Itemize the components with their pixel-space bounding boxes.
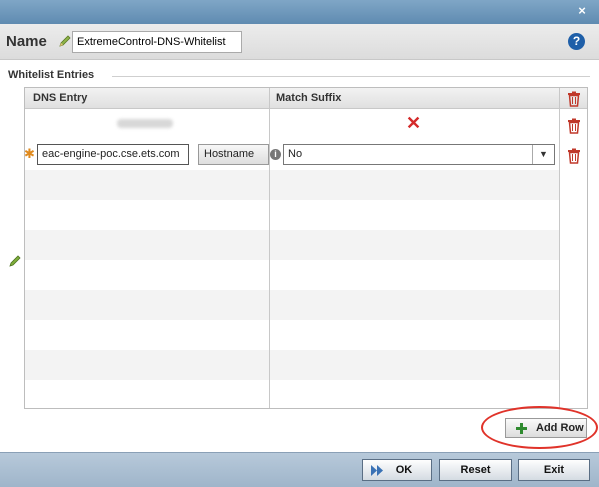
whitelist-table: DNS Entry Match Suffix ✕ eac-engine-poc.… xyxy=(24,87,588,409)
dns-entry-input[interactable]: eac-engine-poc.cse.ets.com xyxy=(37,144,189,165)
add-row-label: Add Row xyxy=(536,422,584,434)
table-row-editing[interactable]: eac-engine-poc.cse.ets.com Hostname i No… xyxy=(25,140,559,170)
info-icon[interactable]: i xyxy=(270,149,281,160)
column-header-match-suffix[interactable]: Match Suffix xyxy=(276,92,341,104)
name-input[interactable] xyxy=(72,31,242,53)
trash-icon[interactable] xyxy=(567,148,581,164)
redacted-dns-entry xyxy=(117,119,173,128)
name-row: Name ? xyxy=(0,24,599,60)
column-divider xyxy=(559,88,560,408)
name-label: Name xyxy=(6,33,47,50)
required-star-icon: ✱ xyxy=(24,146,35,161)
chevron-down-icon[interactable]: ▼ xyxy=(532,145,554,164)
red-x-icon: ✕ xyxy=(406,113,422,133)
plus-icon xyxy=(516,423,527,434)
ok-label: OK xyxy=(395,464,413,476)
divider xyxy=(112,76,590,77)
column-divider xyxy=(269,88,270,408)
edit-row-icon[interactable] xyxy=(8,254,22,268)
empty-row xyxy=(25,290,559,320)
match-suffix-select[interactable]: No ▼ xyxy=(283,144,555,165)
trash-header-icon[interactable] xyxy=(567,91,581,107)
title-bar: × xyxy=(0,0,599,24)
exit-button[interactable]: Exit xyxy=(518,459,590,481)
empty-row xyxy=(25,170,559,200)
table-row[interactable]: ✕ xyxy=(25,110,559,140)
close-icon[interactable]: × xyxy=(575,4,589,18)
empty-row xyxy=(25,320,559,350)
edit-pencil-icon xyxy=(59,35,71,47)
empty-row xyxy=(25,260,559,290)
section-title: Whitelist Entries xyxy=(8,69,95,81)
add-row-button[interactable]: Add Row xyxy=(505,418,587,438)
column-header-dns-entry[interactable]: DNS Entry xyxy=(33,92,87,104)
trash-icon[interactable] xyxy=(567,118,581,134)
match-suffix-value: No xyxy=(288,148,303,160)
table-header: DNS Entry Match Suffix xyxy=(25,88,587,109)
fast-forward-icon xyxy=(371,465,383,476)
empty-row xyxy=(25,350,559,380)
dialog-footer: OK Reset Exit xyxy=(0,452,599,487)
empty-row xyxy=(25,200,559,230)
ok-button[interactable]: OK xyxy=(362,459,432,481)
reset-button[interactable]: Reset xyxy=(439,459,512,481)
hostname-button[interactable]: Hostname xyxy=(198,144,269,165)
empty-row xyxy=(25,380,559,408)
help-icon[interactable]: ? xyxy=(568,33,585,50)
empty-row xyxy=(25,230,559,260)
